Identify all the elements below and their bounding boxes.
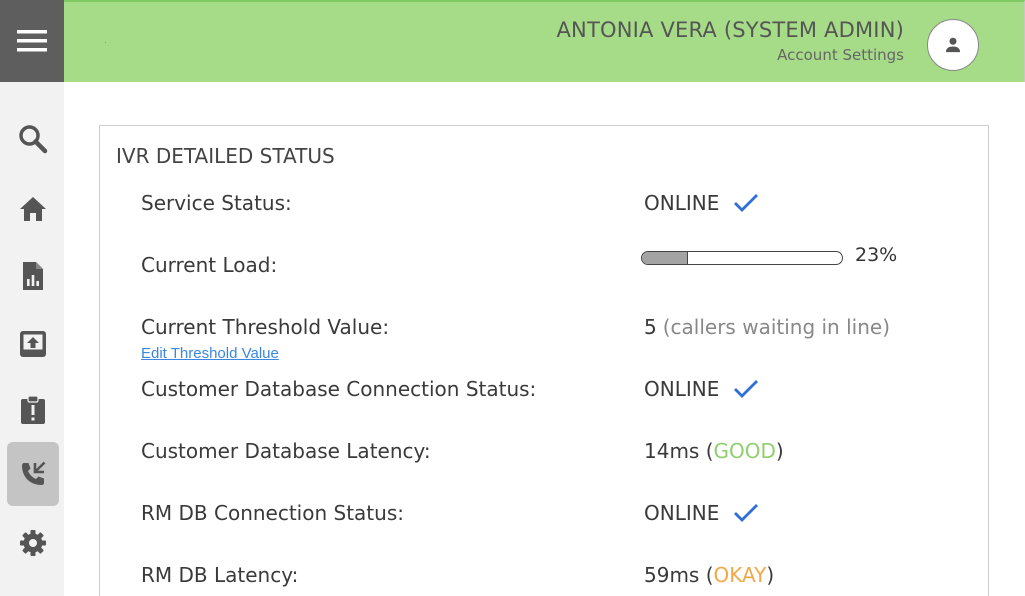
service-status-text: ONLINE [644, 191, 720, 215]
sidebar-item-ivr[interactable] [7, 442, 59, 506]
customer-db-latency-label: Customer Database Latency: [141, 439, 431, 463]
paren-open: ( [699, 563, 714, 587]
rm-db-status-label: RM DB Connection Status: [141, 501, 404, 525]
load-progress-fill [642, 252, 688, 264]
user-icon [945, 37, 961, 53]
gear-icon [20, 530, 46, 556]
check-icon [734, 504, 759, 522]
search-icon [19, 125, 48, 154]
account-settings-link[interactable]: Account Settings [556, 46, 904, 64]
ivr-status-card: IVR DETAILED STATUS Service Status: ONLI… [99, 125, 989, 596]
avatar-button[interactable] [927, 19, 979, 71]
hamburger-icon [17, 30, 47, 52]
customer-db-latency-ms: 14ms [644, 439, 700, 463]
header-dot [105, 42, 106, 43]
check-icon [734, 194, 759, 212]
sidebar-item-settings[interactable] [7, 511, 59, 575]
paren-close: ) [766, 563, 775, 587]
check-icon [734, 380, 759, 398]
rm-db-latency-value: 59ms (OKAY) [644, 563, 774, 587]
rm-db-status-text: ONLINE [644, 501, 720, 525]
rm-db-latency-ms: 59ms [644, 563, 700, 587]
service-status-value: ONLINE [644, 191, 759, 215]
paren-open: ( [699, 439, 714, 463]
customer-db-status-label: Customer Database Connection Status: [141, 377, 537, 401]
alert-clipboard-icon [21, 395, 45, 424]
sidebar-item-alerts[interactable] [7, 378, 59, 442]
upload-icon [20, 331, 46, 357]
card-title: IVR DETAILED STATUS [116, 144, 335, 168]
threshold-label: Current Threshold Value: [141, 315, 390, 339]
sidebar-item-reports[interactable] [7, 244, 59, 308]
threshold-value: 5 (callers waiting in line) [644, 315, 890, 339]
customer-db-latency-value: 14ms (GOOD) [644, 439, 784, 463]
threshold-note: (callers waiting in line) [662, 315, 890, 339]
rm-db-status-value: ONLINE [644, 501, 759, 525]
hamburger-menu-button[interactable] [0, 0, 64, 82]
current-load-label: Current Load: [141, 253, 278, 277]
report-icon [23, 262, 43, 290]
rm-db-latency-label: RM DB Latency: [141, 563, 299, 587]
load-percent: 23% [855, 244, 898, 266]
home-icon [20, 197, 46, 221]
paren-close: ) [775, 439, 784, 463]
sidebar-item-search[interactable] [7, 107, 59, 171]
user-name: ANTONIA VERA (SYSTEM ADMIN) [556, 18, 904, 42]
service-status-label: Service Status: [141, 191, 292, 215]
latency-rating-good: GOOD [713, 439, 776, 463]
sidebar-item-upload[interactable] [7, 312, 59, 376]
phone-forward-icon [22, 461, 46, 485]
edit-threshold-link[interactable]: Edit Threshold Value [141, 345, 279, 362]
customer-db-status-text: ONLINE [644, 377, 720, 401]
load-progress-bar [641, 251, 843, 265]
customer-db-status-value: ONLINE [644, 377, 759, 401]
user-block: ANTONIA VERA (SYSTEM ADMIN) Account Sett… [556, 18, 904, 64]
sidebar-item-home[interactable] [7, 177, 59, 241]
top-header: ANTONIA VERA (SYSTEM ADMIN) Account Sett… [64, 0, 1025, 82]
latency-rating-okay: OKAY [713, 563, 767, 587]
threshold-number: 5 [644, 315, 657, 339]
sidebar [0, 82, 64, 596]
